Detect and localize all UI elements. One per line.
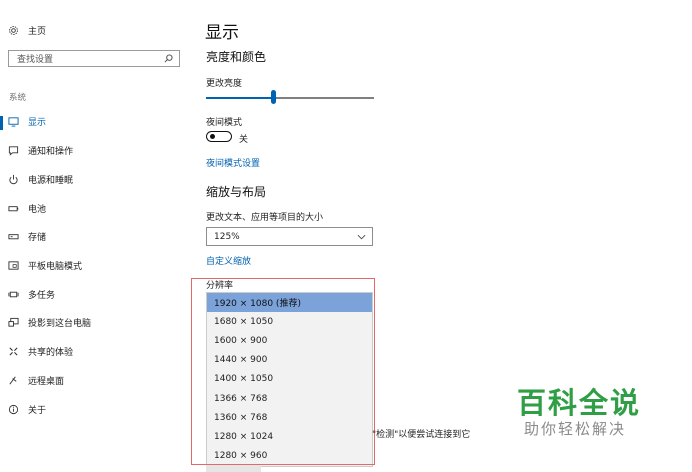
sidebar-item-storage[interactable]: 存储 xyxy=(8,227,183,245)
tablet-mode-icon xyxy=(8,260,19,270)
sidebar-item-about[interactable]: 关于 xyxy=(8,400,183,418)
scale-heading: 缩放与布局 xyxy=(206,185,267,199)
scale-dropdown-value: 125% xyxy=(214,231,240,242)
sidebar-item-multitasking[interactable]: 多任务 xyxy=(8,285,183,303)
projecting-icon xyxy=(8,317,19,327)
brightness-label: 更改亮度 xyxy=(206,79,243,89)
sidebar-item-label: 共享的体验 xyxy=(28,347,74,358)
scale-dropdown[interactable]: 125% xyxy=(206,227,373,246)
night-light-settings-link[interactable]: 夜间模式设置 xyxy=(206,156,260,169)
brightness-heading: 亮度和颜色 xyxy=(206,50,267,64)
notification-icon xyxy=(8,145,19,156)
sidebar-item-label: 电池 xyxy=(28,204,47,215)
multitasking-icon xyxy=(8,291,19,297)
remote-desktop-icon xyxy=(9,376,17,384)
chevron-down-icon xyxy=(357,234,366,239)
section-label-system: 系统 xyxy=(9,93,27,103)
gear-icon xyxy=(9,26,18,35)
sidebar-item-display[interactable]: 显示 xyxy=(8,112,183,130)
night-light-state: 关 xyxy=(239,135,249,145)
custom-scaling-link[interactable]: 自定义缩放 xyxy=(206,254,251,267)
watermark-subtitle: 助你轻松解决 xyxy=(524,420,627,438)
sidebar-item-battery[interactable]: 电池 xyxy=(8,199,183,217)
sidebar-item-label: 电源和睡眠 xyxy=(28,175,74,186)
night-light-label: 夜间模式 xyxy=(206,118,243,128)
sidebar-item-label: 多任务 xyxy=(28,290,56,301)
toggle-knob xyxy=(210,134,215,139)
shared-experiences-icon xyxy=(9,346,18,356)
annotation-highlight-box xyxy=(191,278,375,465)
sidebar-item-label: 远程桌面 xyxy=(28,376,65,387)
sidebar-item-power[interactable]: 电源和睡眠 xyxy=(8,170,183,188)
info-icon xyxy=(8,404,19,414)
sidebar-item-shared-experiences[interactable]: 共享的体验 xyxy=(8,342,183,360)
brightness-slider-fill xyxy=(206,97,273,99)
active-indicator xyxy=(0,116,3,130)
scale-label: 更改文本、应用等项目的大小 xyxy=(206,213,324,223)
sidebar-item-label: 平板电脑模式 xyxy=(28,261,83,272)
sidebar-item-label: 存储 xyxy=(28,232,47,243)
sidebar-item-label: 通知和操作 xyxy=(28,146,74,157)
search-input[interactable]: 查找设置 xyxy=(8,50,180,67)
sidebar-item-notifications[interactable]: 通知和操作 xyxy=(8,141,183,159)
search-icon xyxy=(164,54,173,63)
sidebar-item-projecting[interactable]: 投影到这台电脑 xyxy=(8,313,183,331)
partially-hidden-control xyxy=(206,465,261,472)
night-light-toggle[interactable] xyxy=(206,131,232,142)
detect-display-text: "检测"以便尝试连接到它 xyxy=(372,430,471,440)
power-icon xyxy=(9,174,18,184)
storage-icon xyxy=(8,233,19,239)
sidebar-item-label: 关于 xyxy=(28,405,47,416)
sidebar-item-tablet-mode[interactable]: 平板电脑模式 xyxy=(8,256,183,274)
watermark-title: 百科全说 xyxy=(517,386,642,420)
sidebar-item-label: 投影到这台电脑 xyxy=(28,318,92,329)
battery-icon xyxy=(8,205,19,211)
sidebar-item-label: 显示 xyxy=(28,117,47,128)
search-placeholder: 查找设置 xyxy=(17,55,54,65)
sidebar-item-remote-desktop[interactable]: 远程桌面 xyxy=(8,371,183,389)
sidebar-home-label: 主页 xyxy=(28,27,47,37)
brightness-slider-thumb[interactable] xyxy=(271,90,276,104)
monitor-icon xyxy=(8,116,19,127)
sidebar-home[interactable]: 主页 xyxy=(8,24,46,37)
page-title: 显示 xyxy=(205,23,239,43)
